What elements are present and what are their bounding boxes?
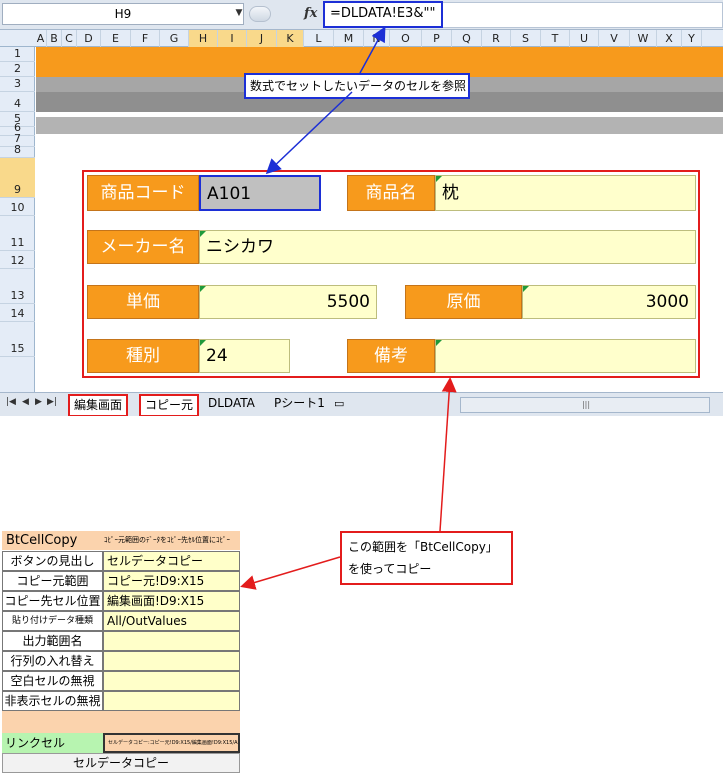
tab-dldata[interactable]: DLDATA xyxy=(204,394,259,413)
header-band-gray-light xyxy=(36,117,723,134)
column-header-u[interactable]: U xyxy=(570,30,599,47)
setting-value[interactable] xyxy=(103,671,240,691)
setting-value[interactable] xyxy=(103,631,240,651)
setting-value[interactable]: コピー元!D9:X15 xyxy=(103,571,240,591)
column-header-f[interactable]: F xyxy=(131,30,160,47)
last-sheet-icon[interactable]: ▶| xyxy=(47,397,57,407)
setting-value[interactable]: All/OutValues xyxy=(103,611,240,631)
column-header-t[interactable]: T xyxy=(541,30,570,47)
setting-label: ボタンの見出し xyxy=(2,551,103,571)
formula-bar-splitter[interactable] xyxy=(249,6,271,22)
setting-label: コピー元範囲 xyxy=(2,571,103,591)
column-header-n[interactable]: N xyxy=(364,30,390,47)
column-header-v[interactable]: V xyxy=(599,30,630,47)
link-cell-label: リンクセル xyxy=(2,733,103,753)
column-header-w[interactable]: W xyxy=(630,30,657,47)
callout-line-1: この範囲を「BtCellCopy」 xyxy=(348,540,498,554)
row-header: 1 2 3 4 5 6 7 8 9 10 11 12 13 14 15 xyxy=(0,47,35,392)
next-sheet-icon[interactable]: ▶ xyxy=(35,397,42,407)
column-header-x[interactable]: X xyxy=(657,30,682,47)
setting-label: 出力範囲名 xyxy=(2,631,103,651)
column-header-o[interactable]: O xyxy=(390,30,422,47)
setting-value[interactable]: 編集画面!D9:X15 xyxy=(103,591,240,611)
chevron-down-icon[interactable]: ▼ xyxy=(233,3,245,25)
prev-sheet-icon[interactable]: ◀ xyxy=(22,397,29,407)
arrow-to-source-range xyxy=(240,556,341,590)
callout-line-2: を使ってコピー xyxy=(348,562,432,576)
btcellcopy-note: ｺﾋﾟｰ元範囲のﾃﾞｰﾀをｺﾋﾟｰ先ｾﾙ位置にｺﾋﾟｰ xyxy=(104,536,230,544)
column-header-i[interactable]: I xyxy=(218,30,247,47)
row-header-2[interactable]: 2 xyxy=(0,62,35,77)
tab-p-sheet1[interactable]: Pシート1 xyxy=(270,394,329,413)
formula-bar: H9 ▼ fx =DLDATA!E3&"" xyxy=(0,0,723,30)
row-header-10[interactable]: 10 xyxy=(0,198,35,216)
row-header-1[interactable]: 1 xyxy=(0,47,35,62)
cell-data-copy-button[interactable]: セルデータコピー xyxy=(2,753,240,773)
fx-icon[interactable]: fx xyxy=(304,4,322,24)
row-header-4[interactable]: 4 xyxy=(0,92,35,112)
column-header-d[interactable]: D xyxy=(77,30,101,47)
name-box[interactable]: H9 xyxy=(2,3,244,25)
first-sheet-icon[interactable]: |◀ xyxy=(6,397,16,407)
scroll-grip-icon[interactable]: ||| xyxy=(571,398,601,412)
column-header-k[interactable]: K xyxy=(277,30,304,47)
formula-text[interactable]: =DLDATA!E3&"" xyxy=(330,5,435,23)
column-header-r[interactable]: R xyxy=(482,30,511,47)
horizontal-scrollbar[interactable]: ||| xyxy=(460,397,710,413)
setting-value[interactable] xyxy=(103,691,240,711)
column-header-m[interactable]: M xyxy=(334,30,364,47)
btcellcopy-spacer xyxy=(2,711,240,733)
row-header-3[interactable]: 3 xyxy=(0,77,35,92)
column-header-c[interactable]: C xyxy=(62,30,77,47)
column-header-j[interactable]: J xyxy=(247,30,277,47)
copy-range-callout: この範囲を「BtCellCopy」 を使ってコピー xyxy=(340,531,513,585)
new-sheet-icon[interactable]: ▭ xyxy=(330,394,348,413)
setting-label: 貼り付けデータ種類 xyxy=(2,611,103,631)
row-header-15[interactable]: 15 xyxy=(0,322,35,357)
setting-label: コピー先セル位置 xyxy=(2,591,103,611)
setting-label: 行列の入れ替え xyxy=(2,651,103,671)
row-header-8[interactable]: 8 xyxy=(0,143,35,158)
link-cell-value[interactable]: セルデータコピー:コピー元!D9:X15/編集画面!D9:X15/All/Out… xyxy=(103,733,240,753)
column-header-e[interactable]: E xyxy=(101,30,131,47)
tab-edit-screen[interactable]: 編集画面 xyxy=(68,394,129,416)
btcellcopy-title: BtCellCopy xyxy=(6,533,78,548)
column-header-h[interactable]: H xyxy=(189,30,218,47)
column-header-a[interactable]: A xyxy=(35,30,47,47)
column-header-l[interactable]: L xyxy=(304,30,334,47)
column-header-b[interactable]: B xyxy=(47,30,62,47)
row-header-11[interactable]: 11 xyxy=(0,216,35,251)
formula-reference-callout: 数式でセットしたいデータのセルを参照 xyxy=(244,73,470,99)
row-header-13[interactable]: 13 xyxy=(0,269,35,304)
row-header-14[interactable]: 14 xyxy=(0,304,35,322)
sheet-tab-bar: |◀ ◀ ▶ ▶| 編集画面 コピー元 DLDATA Pシート1 ▭ ||| xyxy=(0,392,723,416)
setting-label: 非表示セルの無視 xyxy=(2,691,103,711)
excel-window: H9 ▼ fx =DLDATA!E3&"" ABCDEFGHIJKLMNOPQR… xyxy=(0,0,723,416)
setting-value[interactable]: セルデータコピー xyxy=(103,551,240,571)
row-header-12[interactable]: 12 xyxy=(0,251,35,269)
row-header-9[interactable]: 9 xyxy=(0,158,35,198)
column-header-p[interactable]: P xyxy=(422,30,452,47)
setting-value[interactable] xyxy=(103,651,240,671)
tab-copy-source[interactable]: コピー元 xyxy=(139,394,200,416)
copy-range-highlight xyxy=(82,170,700,378)
column-header-y[interactable]: Y xyxy=(682,30,702,47)
setting-label: 空白セルの無視 xyxy=(2,671,103,691)
column-header-s[interactable]: S xyxy=(511,30,541,47)
column-header-q[interactable]: Q xyxy=(452,30,482,47)
column-header-g[interactable]: G xyxy=(160,30,189,47)
column-header: ABCDEFGHIJKLMNOPQRSTUVWXY xyxy=(0,30,723,47)
